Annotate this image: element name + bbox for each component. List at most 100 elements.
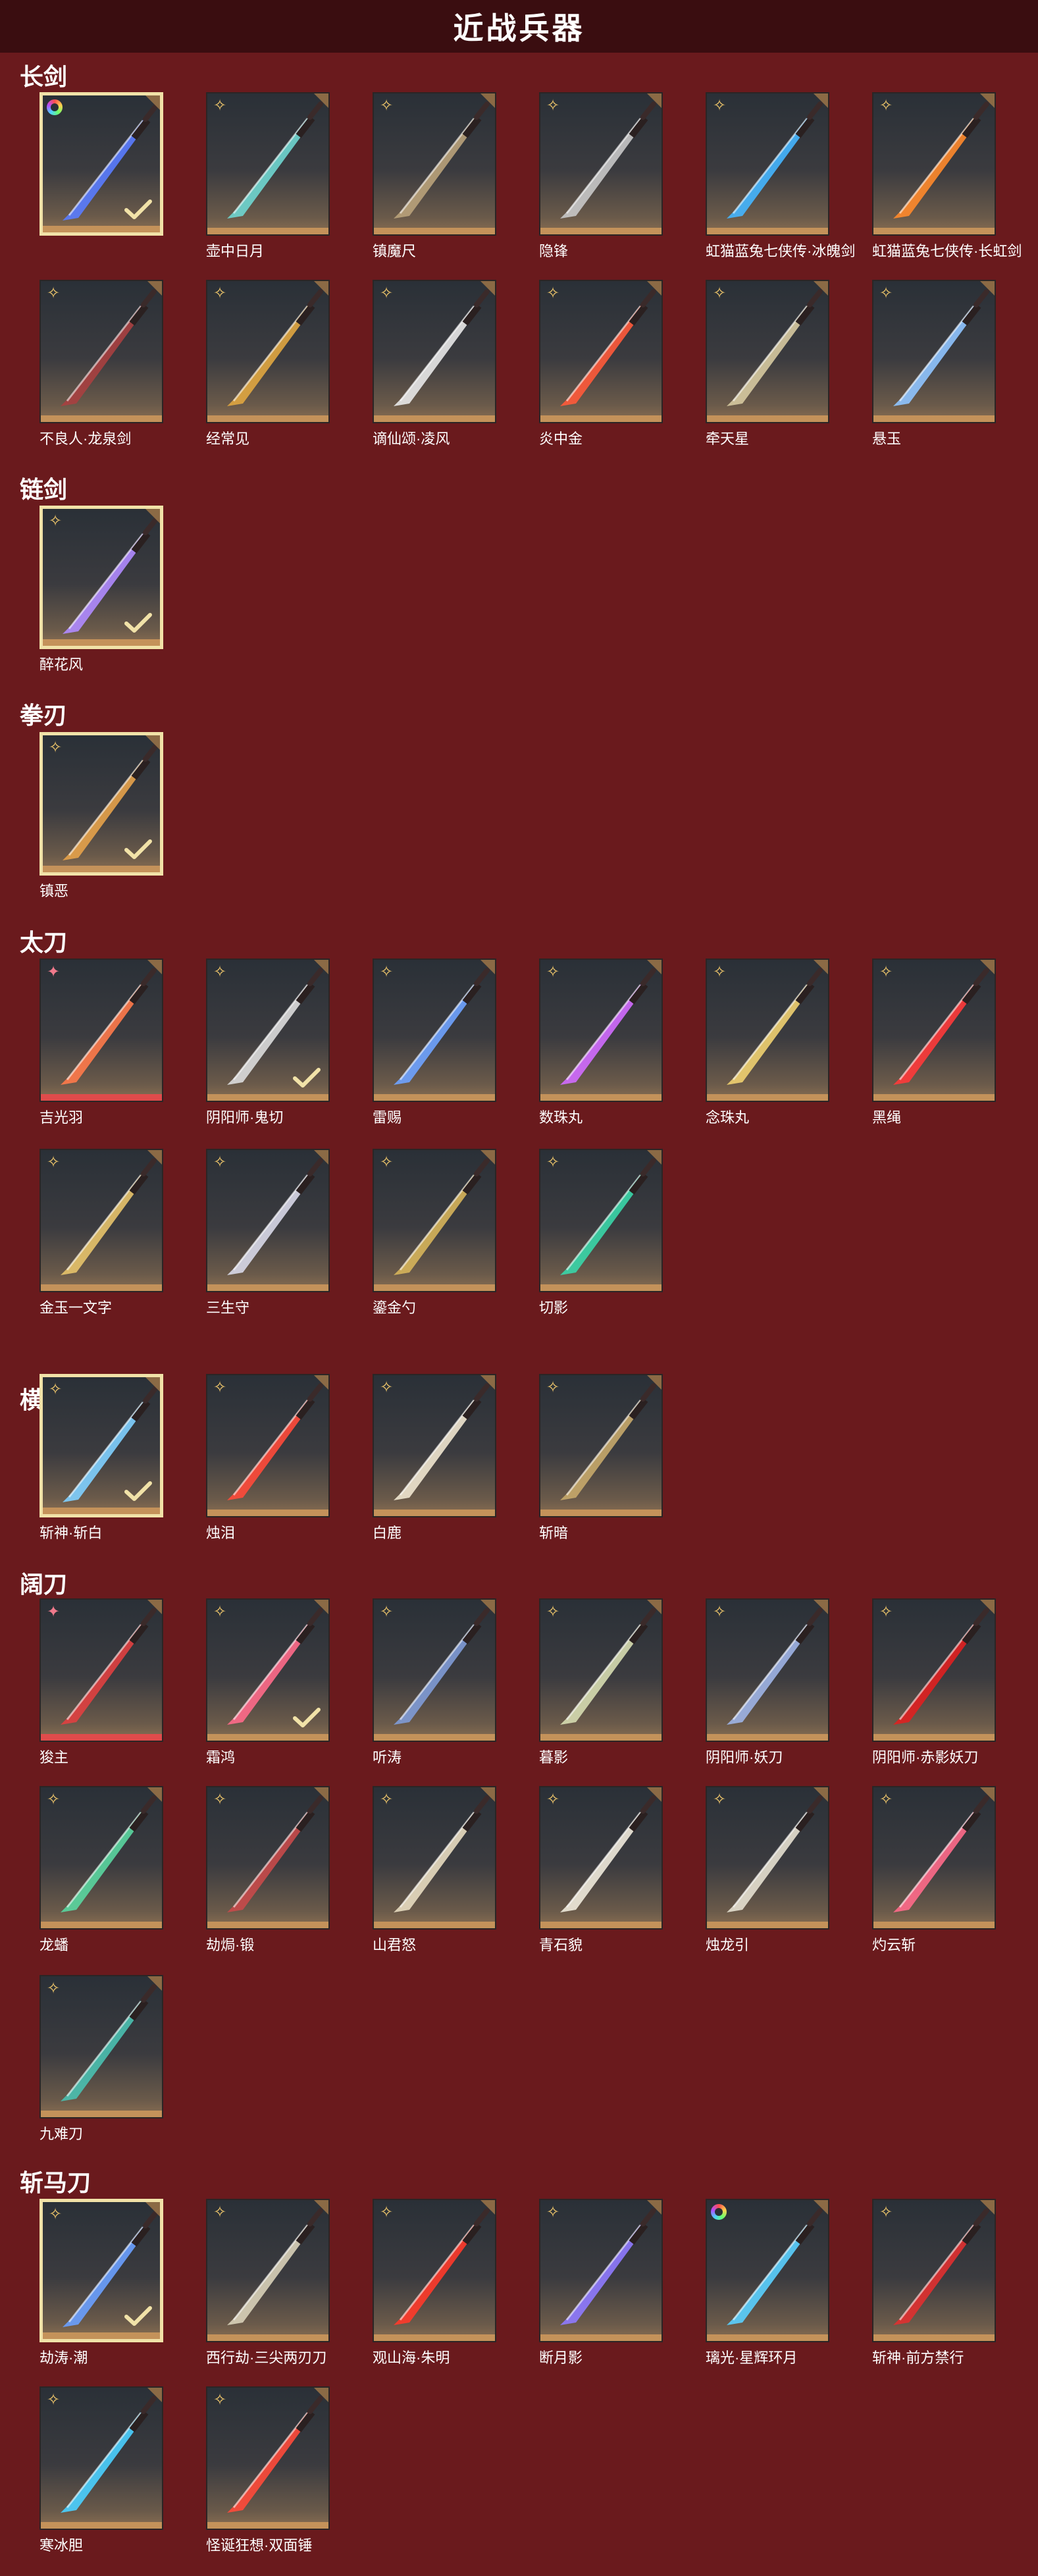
weapon-card[interactable]: ✧ 切影 [539, 1149, 665, 1316]
weapon-thumbnail[interactable]: ✧ [706, 1598, 829, 1742]
weapon-card[interactable]: 璃光·星辉环月 [706, 2199, 832, 2366]
weapon-thumbnail[interactable]: ✧ [39, 732, 163, 876]
corner-tab [647, 1150, 662, 1165]
weapon-thumbnail[interactable]: ✧ [706, 280, 829, 423]
weapon-thumbnail[interactable]: ✧ [539, 1149, 663, 1292]
weapon-card[interactable]: ✧ 寒冰胆 [39, 2386, 166, 2554]
weapon-thumbnail[interactable]: ✧ [539, 1374, 663, 1517]
weapon-card[interactable]: ✧ 不良人·龙泉剑 [39, 280, 166, 447]
weapon-card[interactable]: ✧ 黑绳 [872, 959, 999, 1126]
weapon-card[interactable]: ✧ 鎏金勺 [373, 1149, 499, 1316]
weapon-card[interactable]: ✧ 烛泪 [206, 1374, 332, 1541]
weapon-card[interactable]: ✦ 吉光羽 [39, 959, 166, 1126]
weapon-card[interactable]: ✧ 雷赐 [373, 959, 499, 1126]
weapon-thumbnail[interactable]: ✧ [39, 1786, 163, 1930]
weapon-thumbnail[interactable]: ✧ [373, 92, 496, 236]
weapon-thumbnail[interactable]: ✧ [373, 1598, 496, 1742]
weapon-thumbnail[interactable]: ✧ [539, 92, 663, 236]
weapon-card[interactable] [39, 92, 166, 251]
weapon-card[interactable]: ✧ 阴阳师·妖刀 [706, 1598, 832, 1766]
weapon-thumbnail[interactable]: ✧ [872, 959, 996, 1102]
weapon-thumbnail[interactable]: ✧ [206, 959, 330, 1102]
weapon-card[interactable]: ✧ 九难刀 [39, 1975, 166, 2142]
weapon-card[interactable]: ✧ 龙蟠 [39, 1786, 166, 1953]
weapon-thumbnail[interactable]: ✧ [373, 1149, 496, 1292]
weapon-thumbnail[interactable]: ✧ [373, 1374, 496, 1517]
weapon-card[interactable]: ✧ 虹猫蓝兔七侠传·长虹剑 [872, 92, 1022, 259]
weapon-thumbnail[interactable]: ✧ [872, 1786, 996, 1930]
weapon-thumbnail[interactable]: ✧ [39, 506, 163, 649]
weapon-thumbnail[interactable]: ✧ [539, 1786, 663, 1930]
weapon-card[interactable]: ✧ 西行劫·三尖两刃刀 [206, 2199, 332, 2366]
weapon-thumbnail[interactable]: ✦ [39, 1598, 163, 1742]
weapon-thumbnail[interactable]: ✧ [872, 280, 996, 423]
weapon-card[interactable]: ✧ 三生守 [206, 1149, 332, 1316]
weapon-card[interactable]: ✧ 镇魔尺 [373, 92, 499, 259]
weapon-thumbnail[interactable]: ✧ [206, 280, 330, 423]
weapon-thumbnail[interactable]: ✧ [373, 280, 496, 423]
corner-tab [980, 1600, 995, 1614]
weapon-thumbnail[interactable]: ✧ [39, 1374, 163, 1517]
weapon-card[interactable]: ✧ 虹猫蓝兔七侠传·冰魄剑 [706, 92, 855, 259]
weapon-thumbnail[interactable]: ✧ [539, 2199, 663, 2342]
weapon-thumbnail[interactable]: ✧ [39, 2199, 163, 2342]
weapon-thumbnail[interactable]: ✧ [39, 1975, 163, 2118]
weapon-card[interactable]: ✧ 念珠丸 [706, 959, 832, 1126]
weapon-thumbnail[interactable]: ✧ [206, 1786, 330, 1930]
weapon-card[interactable]: ✧ 牵天星 [706, 280, 832, 447]
weapon-thumbnail[interactable] [39, 92, 163, 236]
weapon-card[interactable]: ✧ 悬玉 [872, 280, 999, 447]
weapon-thumbnail[interactable]: ✧ [872, 2199, 996, 2342]
weapon-thumbnail[interactable]: ✧ [206, 1149, 330, 1292]
weapon-card[interactable]: ✧ 山君怒 [373, 1786, 499, 1953]
weapon-card[interactable]: ✧ 斩神·前方禁行 [872, 2199, 999, 2366]
weapon-card[interactable]: ✧ 灼云斩 [872, 1786, 999, 1953]
weapon-thumbnail[interactable]: ✧ [206, 2199, 330, 2342]
weapon-card[interactable]: ✧ 阴阳师·鬼切 [206, 959, 332, 1126]
weapon-card[interactable]: ✧ 斩神·斩白 [39, 1374, 166, 1541]
weapon-card[interactable]: ✧ 隐锋 [539, 92, 665, 259]
weapon-card[interactable]: ✧ 劫涛·潮 [39, 2199, 166, 2366]
weapon-thumbnail[interactable]: ✧ [872, 1598, 996, 1742]
weapon-card[interactable]: ✧ 数珠丸 [539, 959, 665, 1126]
weapon-thumbnail[interactable]: ✧ [539, 280, 663, 423]
weapon-thumbnail[interactable]: ✧ [373, 1786, 496, 1930]
weapon-card[interactable]: ✧ 暮影 [539, 1598, 665, 1766]
weapon-card[interactable]: ✧ 劫焗·锻 [206, 1786, 332, 1953]
weapon-thumbnail[interactable]: ✧ [206, 1598, 330, 1742]
weapon-thumbnail[interactable]: ✧ [206, 92, 330, 236]
weapon-card[interactable]: ✧ 经常见 [206, 280, 332, 447]
weapon-thumbnail[interactable]: ✧ [206, 2386, 330, 2530]
weapon-card[interactable]: ✧ 阴阳师·赤影妖刀 [872, 1598, 999, 1766]
weapon-card[interactable]: ✧ 醉花风 [39, 506, 166, 673]
weapon-card[interactable]: ✧ 白鹿 [373, 1374, 499, 1541]
weapon-thumbnail[interactable]: ✧ [706, 959, 829, 1102]
weapon-card[interactable]: ✧ 炎中金 [539, 280, 665, 447]
weapon-thumbnail[interactable] [706, 2199, 829, 2342]
weapon-thumbnail[interactable]: ✧ [706, 1786, 829, 1930]
weapon-card[interactable]: ✧ 谪仙颂·凌风 [373, 280, 499, 447]
weapon-card[interactable]: ✧ 镇恶 [39, 732, 166, 899]
weapon-thumbnail[interactable]: ✧ [39, 1149, 163, 1292]
weapon-thumbnail[interactable]: ✧ [39, 2386, 163, 2530]
weapon-thumbnail[interactable]: ✧ [872, 92, 996, 236]
weapon-card[interactable]: ✧ 壶中日月 [206, 92, 332, 259]
weapon-card[interactable]: ✧ 断月影 [539, 2199, 665, 2366]
weapon-thumbnail[interactable]: ✧ [206, 1374, 330, 1517]
weapon-card[interactable]: ✧ 青石貌 [539, 1786, 665, 1953]
weapon-thumbnail[interactable]: ✧ [373, 2199, 496, 2342]
weapon-thumbnail[interactable]: ✧ [373, 959, 496, 1102]
weapon-thumbnail[interactable]: ✧ [706, 92, 829, 236]
weapon-card[interactable]: ✧ 霜鸿 [206, 1598, 332, 1766]
weapon-thumbnail[interactable]: ✧ [539, 1598, 663, 1742]
weapon-card[interactable]: ✦ 狻主 [39, 1598, 166, 1766]
weapon-card[interactable]: ✧ 观山海·朱明 [373, 2199, 499, 2366]
weapon-card[interactable]: ✧ 烛龙引 [706, 1786, 832, 1953]
weapon-card[interactable]: ✧ 斩暗 [539, 1374, 665, 1541]
weapon-card[interactable]: ✧ 怪诞狂想·双面锤 [206, 2386, 332, 2554]
weapon-thumbnail[interactable]: ✦ [39, 959, 163, 1102]
weapon-thumbnail[interactable]: ✧ [539, 959, 663, 1102]
weapon-card[interactable]: ✧ 金玉一文字 [39, 1149, 166, 1316]
weapon-thumbnail[interactable]: ✧ [39, 280, 163, 423]
weapon-card[interactable]: ✧ 听涛 [373, 1598, 499, 1766]
